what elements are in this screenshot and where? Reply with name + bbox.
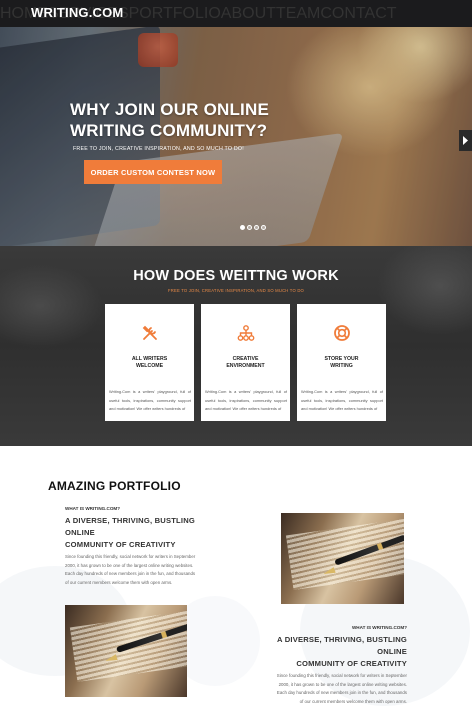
portfolio-heading: A DIVERSE, THRIVING, BUSTLING ONLINE COM… (277, 635, 407, 668)
nav-portfolio[interactable]: PORTFOLIO (129, 5, 221, 23)
portfolio-body: Since founding this friendly, social net… (65, 554, 196, 585)
portfolio-body: Since founding this friendly, social net… (276, 673, 407, 704)
portfolio-kicker: WHAT IS WRITING.COM? (351, 625, 407, 630)
nav-about[interactable]: ABOUT (221, 5, 276, 23)
network-icon (237, 325, 254, 341)
feature-card-writers: ALL WRITERS WELCOME Writing.Com is a wri… (105, 304, 194, 421)
portfolio-image-pen[interactable] (281, 513, 404, 604)
card-title: CREATIVE ENVIRONMENT (226, 356, 265, 369)
slider-dots (240, 225, 266, 230)
portfolio-image-pen[interactable] (65, 605, 187, 697)
how-it-works-section: HOW DOES WEITTNG WORK FREE TO JOIN, CREA… (0, 246, 472, 446)
hero-banner: WHY JOIN OUR ONLINE WRITING COMMUNITY? F… (0, 27, 472, 246)
hero-headline-line2: WRITING COMMUNITY? (70, 121, 268, 140)
feature-card-store: STORE YOUR WRITING Writing.Com is a writ… (297, 304, 386, 421)
slider-dot[interactable] (247, 225, 252, 230)
portfolio-item: WHAT IS WRITING.COM? A DIVERSE, THRIVING… (252, 625, 407, 706)
top-navbar: WRITING.COM HOME SERVICES PORTFOLIO ABOU… (0, 0, 472, 27)
nav-contact[interactable]: CONTACT (320, 5, 396, 23)
slider-dot[interactable] (240, 225, 245, 230)
card-title: ALL WRITERS WELCOME (131, 356, 168, 369)
hero-headline-line1: WHY JOIN OUR ONLINE (70, 100, 270, 119)
lifebuoy-icon (333, 325, 350, 341)
portfolio-heading: A DIVERSE, THRIVING, BUSTLING ONLINE COM… (65, 516, 195, 549)
portfolio-section: AMAZING PORTFOLIO WHAT IS WRITING.COM? A… (0, 446, 472, 708)
hero-headline: WHY JOIN OUR ONLINE WRITING COMMUNITY? (70, 99, 290, 141)
hero-tagline: FREE TO JOIN, CREATIVE INSPIRATION, AND … (73, 146, 244, 152)
feature-card-environment: CREATIVE ENVIRONMENT Writing.Com is a wr… (201, 304, 290, 421)
portfolio-kicker: WHAT IS WRITING.COM? (65, 506, 121, 511)
card-title: STORE YOUR WRITING (324, 356, 359, 369)
portfolio-item: WHAT IS WRITING.COM? A DIVERSE, THRIVING… (65, 506, 215, 587)
slider-next-button[interactable] (459, 130, 472, 151)
card-description: Writing.Com is a writers' playground, fu… (301, 389, 383, 411)
site-logo[interactable]: WRITING.COM (31, 5, 123, 20)
tools-icon (142, 325, 157, 340)
card-description: Writing.Com is a writers' playground, fu… (205, 389, 287, 411)
slider-dot[interactable] (261, 225, 266, 230)
how-subtitle: FREE TO JOIN, CREATIVE INSPIRATION, AND … (167, 288, 304, 293)
portfolio-title: AMAZING PORTFOLIO (48, 479, 181, 493)
card-description: Writing.Com is a writers' playground, fu… (109, 389, 191, 411)
nav-team[interactable]: TEAM (276, 5, 320, 23)
how-title: HOW DOES WEITTNG WORK (133, 268, 339, 284)
slider-dot[interactable] (254, 225, 259, 230)
order-contest-button[interactable]: ORDER CUSTOM CONTEST NOW (84, 160, 222, 184)
chevron-right-icon (463, 136, 468, 145)
